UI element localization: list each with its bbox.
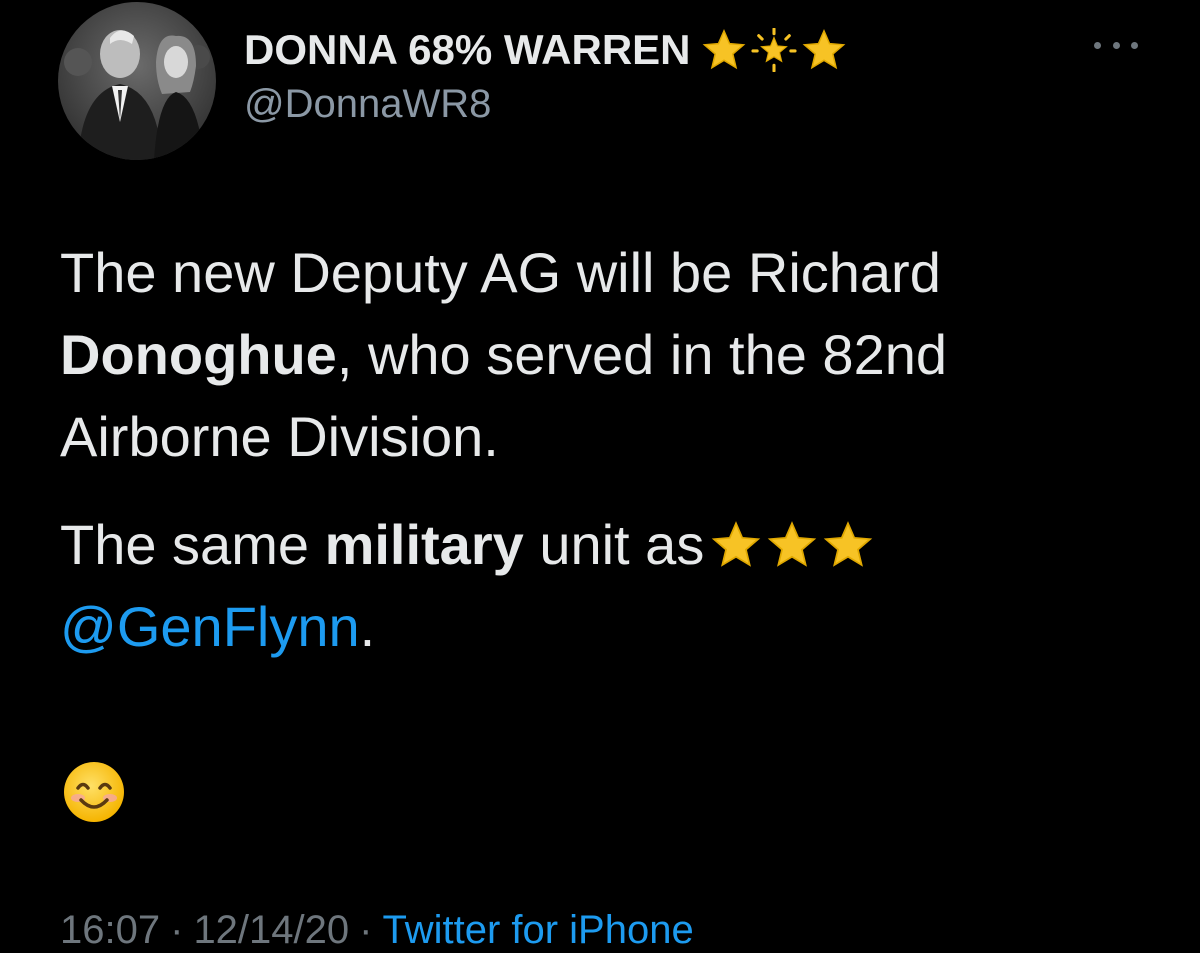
tweet-meta: 16:07 · 12/14/20 · Twitter for iPhone (60, 908, 694, 953)
avatar[interactable] (58, 2, 216, 160)
more-dot-icon (1131, 41, 1138, 49)
glowing-star-icon (750, 28, 797, 72)
tweet-text-segment: unit as (523, 513, 705, 576)
star-icon (824, 521, 873, 567)
smiling-face-icon (62, 760, 126, 829)
tweet-text: The new Deputy AG will be Richard Donogh… (60, 232, 1160, 668)
mention-link[interactable]: @GenFlynn (60, 595, 360, 658)
tweet-text-segment: . (359, 595, 376, 658)
display-name-text: DONNA 68% WARREN (244, 26, 691, 73)
more-dot-icon (1112, 41, 1120, 49)
tweet-paragraph-2: The same military unit as @GenFlynn. (60, 504, 1160, 668)
tweet-text-segment: The same (60, 513, 325, 576)
star-icon (702, 28, 745, 70)
star-icon (768, 521, 817, 567)
tweet-bold-name: Donoghue (60, 323, 337, 386)
tweet-bold-word: military (324, 513, 524, 576)
name-emoji-group (701, 28, 847, 72)
tweet-text-segment: The new Deputy AG will be Richard (60, 241, 941, 304)
star-icon (712, 521, 761, 567)
more-options-button[interactable] (1094, 30, 1138, 60)
tweet-time: 16:07 (60, 908, 161, 952)
avatar-photo (58, 2, 216, 160)
meta-separator: · (170, 908, 184, 952)
inline-star-group (710, 520, 874, 570)
meta-separator: · (359, 908, 373, 952)
tweet-date: 12/14/20 (193, 908, 350, 952)
user-handle[interactable]: @DonnaWR8 (244, 82, 491, 127)
more-dot-icon (1094, 41, 1101, 49)
tweet-paragraph-1: The new Deputy AG will be Richard Donogh… (60, 232, 1160, 478)
display-name[interactable]: DONNA 68% WARREN (244, 26, 847, 74)
star-icon (802, 28, 845, 70)
tweet-source-link[interactable]: Twitter for iPhone (382, 908, 693, 952)
